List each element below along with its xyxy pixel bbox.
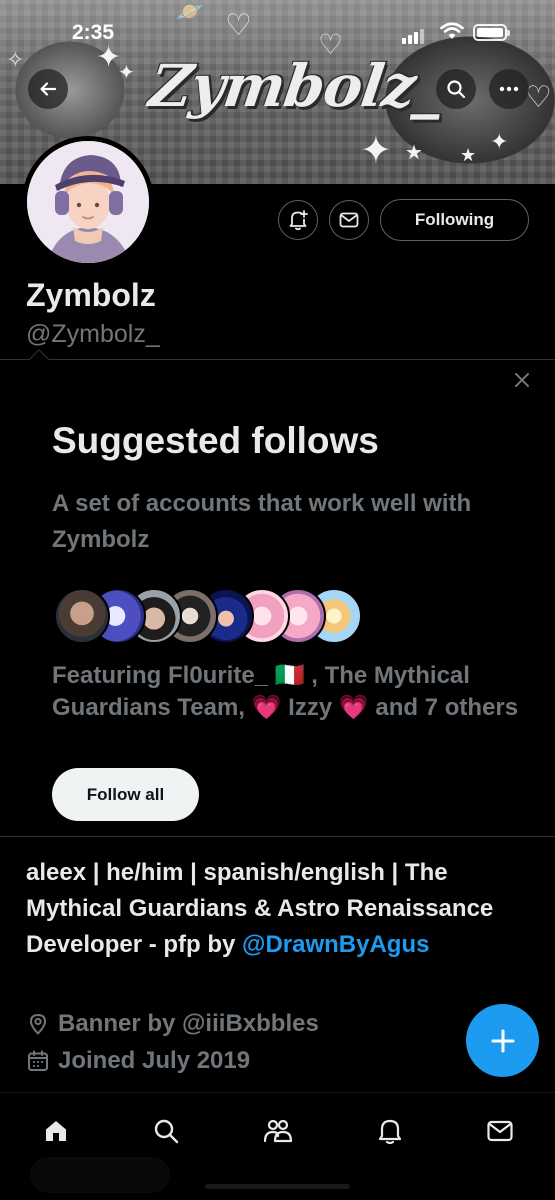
follow-all-button[interactable]: Follow all: [52, 768, 199, 821]
sparkle-decoration: ✦: [360, 128, 392, 172]
section-divider: [0, 359, 555, 360]
plus-icon: [491, 1029, 514, 1052]
section-divider: [0, 836, 555, 837]
joined-text: Joined July 2019: [58, 1047, 251, 1074]
profile-location: Banner by @iiiBxbbles: [26, 1008, 319, 1040]
status-bar: 2:35: [0, 0, 555, 60]
location-pin-icon: [30, 1014, 46, 1035]
more-horizontal-icon: [499, 86, 519, 92]
message-button[interactable]: [329, 200, 369, 240]
compose-post-button[interactable]: [466, 1004, 539, 1077]
avatar-image: [27, 141, 149, 263]
profile-joined-date: Joined July 2019: [26, 1045, 250, 1077]
featuring-text: Featuring Fl0urite_ 🇮🇹 , The Mythical Gu…: [52, 662, 519, 721]
tab-notifications[interactable]: [370, 1111, 410, 1151]
sparkle-decoration: ✦: [118, 60, 135, 84]
communities-icon: [263, 1119, 293, 1143]
tab-messages[interactable]: [480, 1111, 520, 1151]
home-indicator: [205, 1184, 350, 1189]
search-icon: [447, 80, 466, 99]
search-icon: [154, 1119, 179, 1144]
location-text: Banner by @iiiBxbbles: [58, 1010, 319, 1037]
suggested-follows-subtitle: A set of accounts that work well with Zy…: [52, 490, 472, 553]
bell-plus-icon: [289, 210, 308, 231]
suggested-avatar: [54, 588, 110, 644]
cellular-signal-icon: [402, 26, 426, 44]
star-decoration: ★: [460, 145, 477, 166]
arrow-left-icon: [40, 82, 57, 96]
messages-icon: [487, 1120, 513, 1142]
tab-communities[interactable]: [258, 1111, 298, 1151]
notifications-icon: [378, 1119, 402, 1145]
profile-bio: aleex | he/him | spanish/english | The M…: [26, 855, 526, 963]
status-time: 2:35: [72, 21, 115, 44]
heart-decoration: ♡: [525, 80, 552, 115]
home-icon: [46, 1121, 66, 1141]
notifications-toggle-button[interactable]: [278, 200, 318, 240]
tabbar-backdrop: [30, 1157, 170, 1193]
calendar-icon: [28, 1050, 48, 1071]
back-button[interactable]: [28, 69, 68, 109]
mail-icon: [339, 212, 359, 228]
callout-caret: [29, 349, 49, 369]
profile-avatar[interactable]: [22, 136, 154, 268]
more-button[interactable]: [489, 69, 529, 109]
tab-home[interactable]: [36, 1111, 76, 1151]
star-decoration: ★: [405, 140, 423, 164]
user-handle: @Zymbolz_: [26, 320, 160, 348]
suggested-follows-title: Suggested follows: [52, 420, 379, 461]
wifi-icon: [440, 22, 464, 45]
bio-mention-link[interactable]: @DrawnByAgus: [242, 931, 429, 958]
dismiss-suggestions-button[interactable]: [508, 366, 536, 394]
close-icon: [515, 373, 529, 387]
banner-title-art: Zymbolz_: [145, 52, 448, 120]
battery-icon: [473, 24, 510, 41]
sparkle-decoration: ✦: [490, 130, 509, 155]
search-button[interactable]: [436, 69, 476, 109]
tab-search[interactable]: [146, 1111, 186, 1151]
display-name: Zymbolz: [26, 277, 156, 313]
following-button[interactable]: Following: [380, 199, 529, 241]
